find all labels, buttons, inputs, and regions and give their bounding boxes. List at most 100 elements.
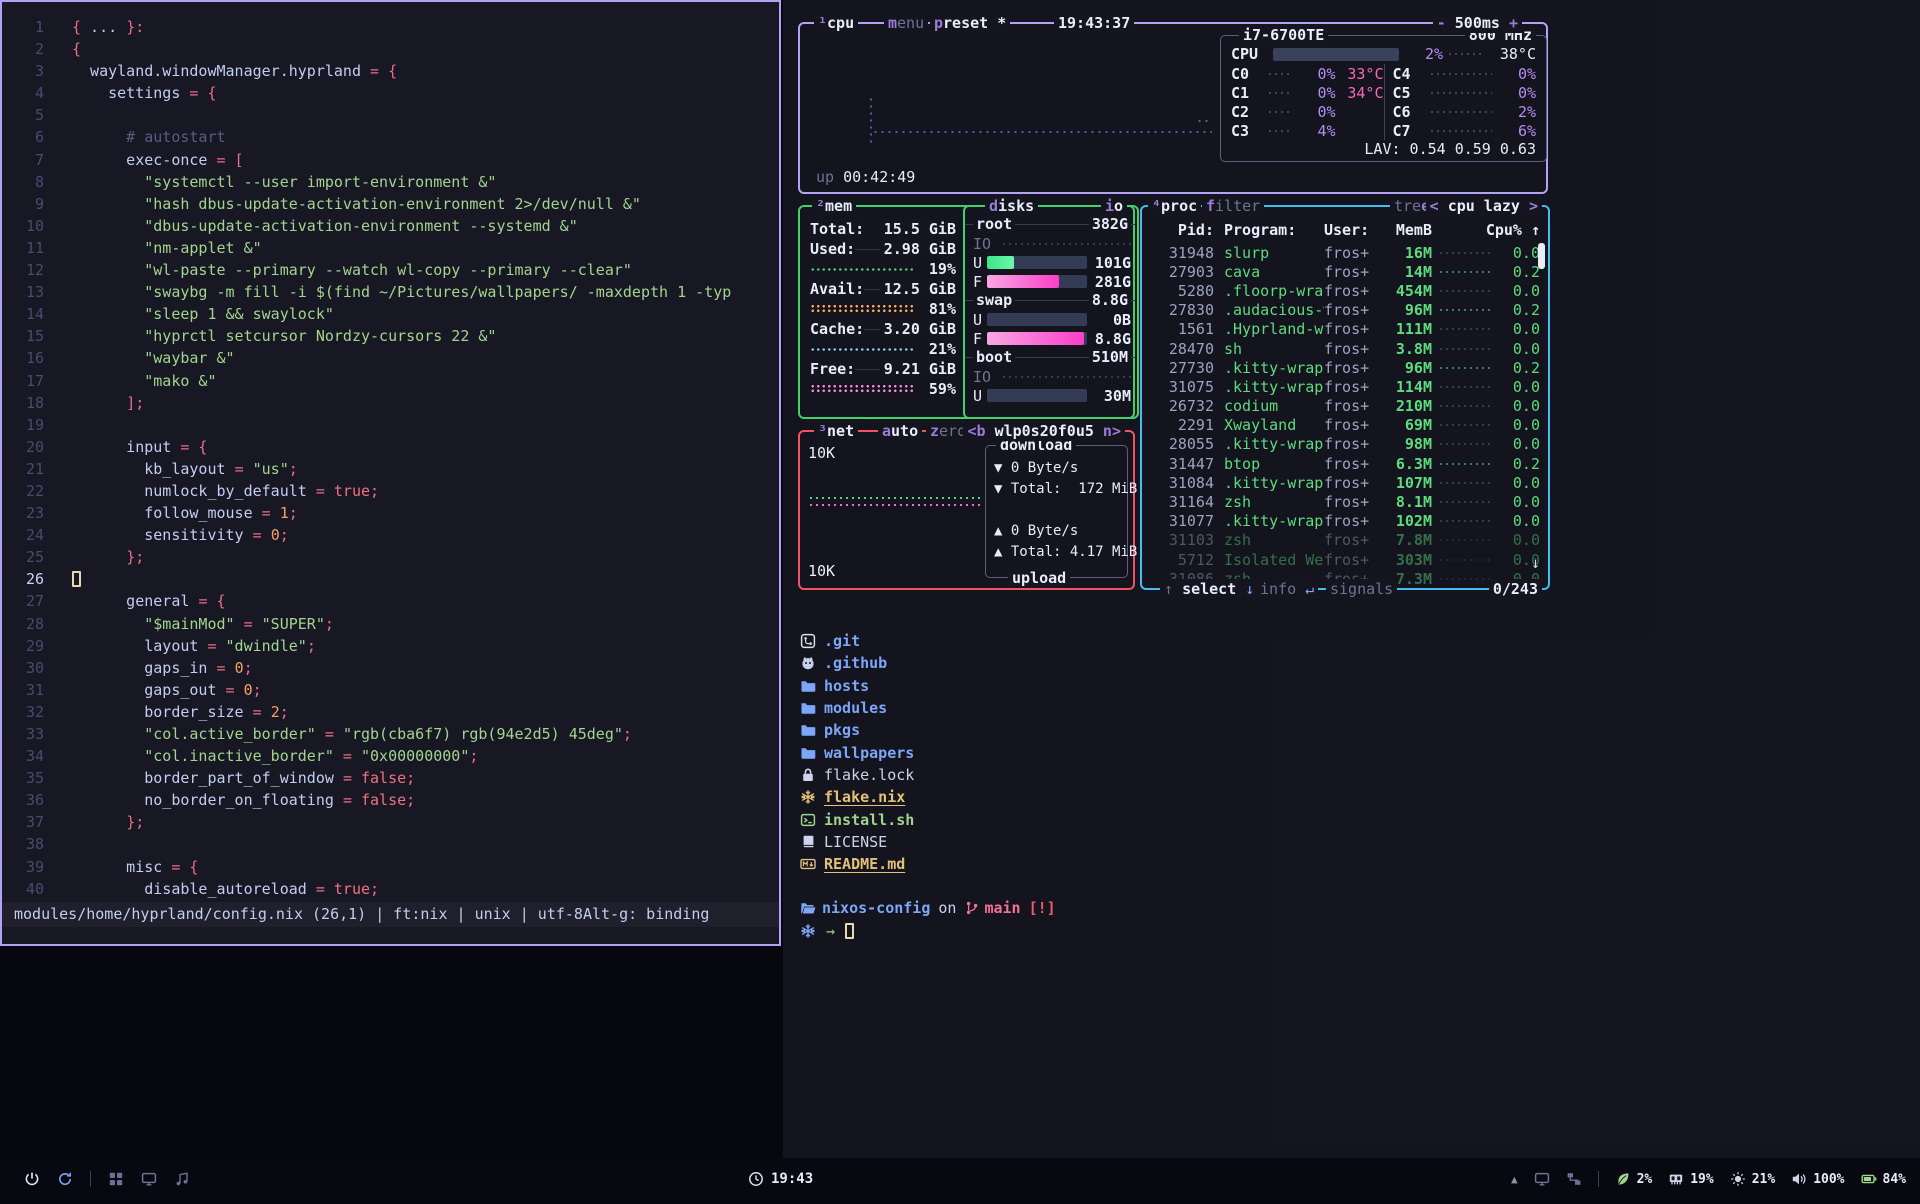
core-row: C00%33°C xyxy=(1231,64,1384,83)
line-number: 38 xyxy=(2,833,44,855)
display-icon[interactable] xyxy=(141,1171,157,1187)
line-number: 22 xyxy=(2,480,44,502)
proc-row[interactable]: 31084.kitty-wrappedfros+107M0.0 xyxy=(1150,473,1540,492)
net-interface[interactable]: <b wlp0s20f0u5 n> xyxy=(963,421,1125,441)
mem-meter: 21% xyxy=(810,339,956,359)
proc-row[interactable]: 31103zshfros+7.8M0.0 xyxy=(1150,531,1540,550)
core-columns: C00%33°CC10%34°CC20%C34%C40%C50%C62%C76% xyxy=(1231,64,1536,140)
refresh-icon[interactable] xyxy=(57,1171,73,1187)
line-code: disable_autoreload = true; xyxy=(72,880,379,898)
stat-battery[interactable]: 84% xyxy=(1861,1171,1906,1187)
disks-title[interactable]: disks xyxy=(985,196,1038,216)
io-toggle[interactable]: io xyxy=(1101,196,1127,216)
proc-row[interactable]: 28470shfros+3.8M0.0 xyxy=(1150,339,1540,358)
disk-rows: root382GIOU101GF281Gswap8.8GU0BF8.8Gboot… xyxy=(973,215,1131,413)
core-row: C34% xyxy=(1231,121,1384,140)
proc-row[interactable]: 27730.kitty-wrappedfros+96M0.2 xyxy=(1150,358,1540,377)
preset-button[interactable]: preset * xyxy=(930,13,1010,33)
disk-entry: swap8.8G xyxy=(973,291,1131,310)
file-item: wallpapers xyxy=(800,741,914,763)
book-icon xyxy=(800,834,824,850)
triangle-up-icon[interactable]: ▲ xyxy=(1511,1173,1518,1186)
music-icon[interactable] xyxy=(174,1171,190,1187)
taskbar-clock[interactable]: 19:43 xyxy=(748,1171,813,1187)
line-code: "waybar &" xyxy=(72,349,235,367)
proc-header[interactable]: Pid:Program:User:MemBCpu% ↑ xyxy=(1150,221,1540,239)
proc-row[interactable]: 27903cavafros+14M0.2 xyxy=(1150,262,1540,281)
proc-column-header[interactable]: MemB xyxy=(1382,221,1432,239)
cpu-total-row: CPU2%38°C xyxy=(1231,44,1536,64)
proc-row[interactable]: 5712Isolated Web Cfros+303M0.0 xyxy=(1150,550,1540,569)
display-icon[interactable] xyxy=(1534,1171,1550,1187)
proc-row[interactable]: 26732codiumfros+210M0.0 xyxy=(1150,397,1540,416)
line-code: settings = { xyxy=(72,84,217,102)
line-code: kb_layout = "us"; xyxy=(72,460,298,478)
sort-selector[interactable]: < cpu lazy > xyxy=(1426,196,1542,216)
proc-row[interactable]: 28055.kitty-wrappedfros+98M0.0 xyxy=(1150,435,1540,454)
proc-row[interactable]: 5280.floorp-wrappefros+454M0.0 xyxy=(1150,281,1540,300)
editor-window[interactable]: 1{ ... }:2{3 wayland.windowManager.hyprl… xyxy=(0,0,781,946)
line-number: 17 xyxy=(2,370,44,392)
line-code: border_part_of_window = false; xyxy=(72,769,415,787)
editor-line: 36 no_border_on_floating = false; xyxy=(2,789,779,811)
proc-row[interactable]: 31164zshfros+8.1M0.0 xyxy=(1150,492,1540,511)
line-code: "systemctl --user import-environment &" xyxy=(72,173,496,191)
cpu-usage-bar xyxy=(1273,48,1399,61)
network-icon[interactable] xyxy=(1566,1171,1582,1187)
line-number: 6 xyxy=(2,126,44,148)
markdown-icon xyxy=(800,856,824,872)
proc-row[interactable]: 27830.audacious-wrafros+96M0.2 xyxy=(1150,301,1540,320)
stat-brightness[interactable]: 21% xyxy=(1730,1171,1775,1187)
file-name: LICENSE xyxy=(824,833,887,851)
proc-row[interactable]: 2291Xwaylandfros+69M0.0 xyxy=(1150,416,1540,435)
proc-tab[interactable]: ⁴proc xyxy=(1148,196,1201,216)
cpu-graph-tick xyxy=(1196,119,1212,123)
proc-row[interactable]: 31077.kitty-wrappedfros+102M0.0 xyxy=(1150,512,1540,531)
editor-line: 40 disable_autoreload = true; xyxy=(2,878,779,900)
core-row: C50% xyxy=(1393,83,1537,102)
proc-scrollbar[interactable] xyxy=(1538,243,1545,269)
scroll-down-icon[interactable]: ↓ xyxy=(1531,554,1540,572)
proc-column-header[interactable]: Program: xyxy=(1214,221,1324,239)
editor-line: 12 "wl-paste --primary --watch wl-copy -… xyxy=(2,259,779,281)
cpu-tab[interactable]: ¹cpu xyxy=(814,13,858,33)
line-code: { ... }: xyxy=(72,18,144,36)
prompt-input-line[interactable]: → xyxy=(800,919,1056,942)
update-interval[interactable]: - 500ms + xyxy=(1433,13,1522,33)
stat-memory[interactable]: 19% xyxy=(1668,1171,1713,1187)
signals-hint[interactable]: signals xyxy=(1326,579,1397,599)
select-hint[interactable]: ↑ select ↓ xyxy=(1160,579,1258,599)
line-code: general = { xyxy=(72,592,226,610)
workspaces-icon[interactable] xyxy=(108,1171,124,1187)
info-hint[interactable]: info ↵ xyxy=(1256,579,1318,599)
mem-tab[interactable]: ²mem xyxy=(812,196,856,216)
git-branch-name: main xyxy=(984,899,1020,917)
editor-line: 13 "swaybg -m fill -i $(find ~/Pictures/… xyxy=(2,281,779,303)
btop-mem-panel: Total:15.5 GiBUsed:2.98 GiB19%Avail:12.5… xyxy=(798,205,1135,419)
editor-line: 16 "waybar &" xyxy=(2,347,779,369)
stat-cpu-leaf[interactable]: 2% xyxy=(1615,1171,1653,1187)
power-icon[interactable] xyxy=(24,1171,40,1187)
separator xyxy=(90,1171,91,1187)
proc-column-header[interactable]: Cpu% ↑ xyxy=(1432,221,1540,239)
filter-button[interactable]: filter xyxy=(1202,196,1264,216)
line-number: 30 xyxy=(2,657,44,679)
proc-row[interactable]: 1561.Hyprland-wrapfros+111M0.0 xyxy=(1150,320,1540,339)
file-name: wallpapers xyxy=(824,744,914,762)
line-number: 3 xyxy=(2,60,44,82)
menu-button[interactable]: menu xyxy=(884,13,928,33)
auto-toggle[interactable]: auto xyxy=(878,421,922,441)
line-code: ]; xyxy=(72,394,144,412)
proc-row[interactable]: 31075.kitty-wrappedfros+114M0.0 xyxy=(1150,377,1540,396)
proc-column-header[interactable]: User: xyxy=(1324,221,1382,239)
proc-row[interactable]: 31447btopfros+6.3M0.2 xyxy=(1150,454,1540,473)
core-row: C62% xyxy=(1393,102,1537,121)
proc-column-header[interactable]: Pid: xyxy=(1150,221,1214,239)
stat-volume[interactable]: 100% xyxy=(1791,1171,1844,1187)
editor-line: 27 general = { xyxy=(2,590,779,612)
disk-entry: root382G xyxy=(973,215,1131,234)
proc-row[interactable]: 31948slurpfros+16M0.0 xyxy=(1150,243,1540,262)
net-tab[interactable]: ³net xyxy=(814,421,858,441)
editor-statusline: modules/home/hyprland/config.nix (26,1) … xyxy=(2,902,779,927)
file-name: flake.lock xyxy=(824,766,914,784)
